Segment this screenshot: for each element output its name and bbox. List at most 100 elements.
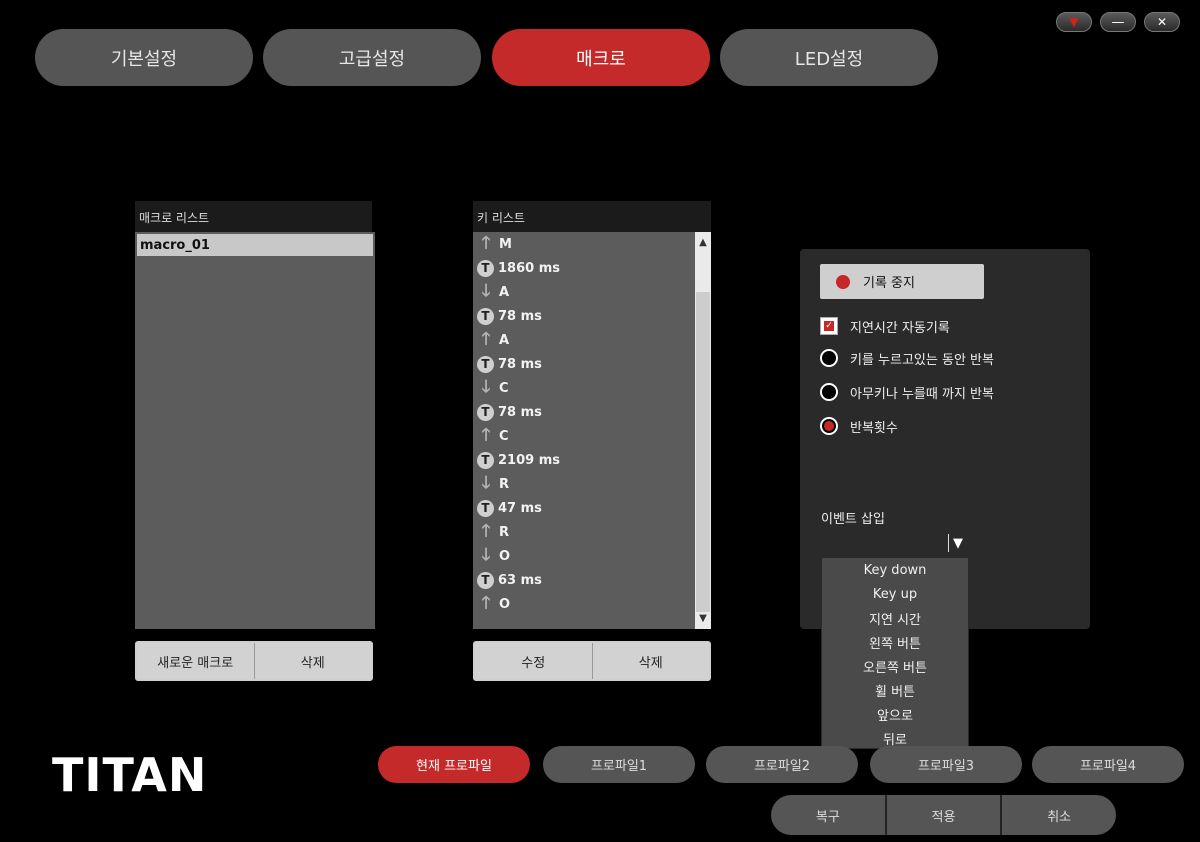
key-row[interactable]: 🡓 R (477, 472, 509, 496)
macro-list-header: 매크로 리스트 (135, 201, 372, 233)
repeat-count-radio[interactable]: 반복횟수 (820, 415, 898, 437)
event-option-forward[interactable]: 앞으로 (822, 702, 968, 726)
repeat-while-held-radio[interactable]: 키를 누르고있는 동안 반복 (820, 347, 994, 369)
profile-2-button[interactable]: 프로파일2 (706, 746, 858, 783)
key-row-label: 78 ms (498, 404, 542, 420)
time-icon: T (477, 499, 494, 517)
new-macro-button[interactable]: 새로운 매크로 (137, 643, 254, 679)
key-row[interactable]: 🡓 O (477, 544, 510, 568)
event-insert-select[interactable]: ▼ (821, 532, 969, 554)
delete-macro-button[interactable]: 삭제 (253, 643, 372, 679)
key-list-header: 키 리스트 (473, 201, 711, 233)
scroll-thumb[interactable] (696, 292, 710, 612)
key-up-icon: 🡑 (481, 520, 491, 541)
time-icon: T (477, 451, 494, 469)
key-row-label: R (499, 476, 510, 492)
macro-list-item[interactable]: macro_01 (137, 234, 373, 256)
key-row[interactable]: 🡑 O (477, 592, 510, 616)
cancel-button[interactable]: 취소 (1000, 795, 1116, 835)
key-row-label: 78 ms (498, 308, 542, 324)
window-dropdown-button[interactable]: ▼ (1056, 12, 1092, 32)
key-down-icon: 🡓 (481, 472, 491, 493)
chevron-down-icon[interactable]: ▼ (948, 534, 967, 552)
event-insert-dropdown: Key down Key up 지연 시간 왼쪽 버튼 오른쪽 버튼 휠 버튼 … (821, 557, 969, 749)
radio-label: 반복횟수 (850, 420, 898, 436)
tab-basic-settings[interactable]: 기본설정 (35, 29, 253, 86)
checkbox-icon: ✓ (820, 317, 838, 335)
event-option-key-down[interactable]: Key down (822, 558, 968, 582)
key-row[interactable]: T 47 ms (477, 496, 542, 520)
key-row-label: R (499, 524, 510, 540)
key-up-icon: 🡑 (481, 424, 491, 445)
event-option-wheel-button[interactable]: 휠 버튼 (822, 678, 968, 702)
event-option-right-button[interactable]: 오른쪽 버튼 (822, 654, 968, 678)
tab-macro[interactable]: 매크로 (492, 29, 710, 86)
apply-button[interactable]: 적용 (884, 795, 1001, 835)
auto-delay-label: 지연시간 자동기록 (850, 320, 950, 336)
key-row[interactable]: T 1860 ms (477, 256, 560, 280)
key-row-label: O (499, 548, 511, 564)
key-row-label: 1860 ms (498, 260, 560, 276)
event-option-delay[interactable]: 지연 시간 (822, 606, 968, 630)
key-row-label: C (499, 380, 509, 396)
key-row[interactable]: T 2109 ms (477, 448, 560, 472)
time-icon: T (477, 307, 494, 325)
edit-key-button[interactable]: 수정 (475, 643, 592, 679)
key-row-label: C (499, 428, 509, 444)
key-down-icon: 🡓 (481, 544, 491, 565)
radio-icon (820, 383, 838, 401)
key-row-label: 47 ms (498, 500, 542, 516)
profile-1-button[interactable]: 프로파일1 (543, 746, 695, 783)
repeat-until-key-radio[interactable]: 아무키나 누를때 까지 반복 (820, 381, 994, 403)
close-button[interactable]: ✕ (1144, 12, 1180, 32)
delete-key-button[interactable]: 삭제 (591, 643, 710, 679)
key-row-label: A (499, 284, 510, 300)
macro-list[interactable]: macro_01 (135, 232, 375, 629)
key-row-label: 2109 ms (498, 452, 560, 468)
stop-record-button[interactable]: 기록 중지 (820, 264, 984, 299)
key-row[interactable]: 🡑 A (477, 328, 509, 352)
key-row[interactable]: 🡓 C (477, 376, 509, 400)
key-down-icon: 🡓 (481, 280, 491, 301)
key-row-label: O (499, 596, 511, 612)
scroll-up-icon[interactable]: ▲ (695, 234, 711, 250)
profile-3-button[interactable]: 프로파일3 (870, 746, 1022, 783)
restore-button[interactable]: 복구 (771, 795, 885, 835)
minimize-icon: — (1111, 14, 1125, 30)
dropdown-arrow-icon: ▼ (1069, 15, 1079, 29)
time-icon: T (477, 571, 494, 589)
key-row[interactable]: 🡑 C (477, 424, 509, 448)
key-row[interactable]: T 63 ms (477, 568, 542, 592)
key-up-icon: 🡑 (481, 328, 491, 349)
stop-record-label: 기록 중지 (863, 276, 915, 291)
key-row[interactable]: 🡑 M (477, 232, 512, 256)
event-option-left-button[interactable]: 왼쪽 버튼 (822, 630, 968, 654)
key-row-label: 78 ms (498, 356, 542, 372)
event-option-key-up[interactable]: Key up (822, 582, 968, 606)
minimize-button[interactable]: — (1100, 12, 1136, 32)
time-icon: T (477, 403, 494, 421)
key-row[interactable]: T 78 ms (477, 304, 542, 328)
key-up-icon: 🡑 (481, 232, 491, 253)
key-row-label: 63 ms (498, 572, 542, 588)
radio-label: 키를 누르고있는 동안 반복 (850, 352, 994, 368)
key-down-icon: 🡓 (481, 376, 491, 397)
key-row-label: M (499, 236, 512, 252)
key-row[interactable]: 🡓 A (477, 280, 509, 304)
auto-delay-checkbox[interactable]: ✓ 지연시간 자동기록 (820, 315, 950, 337)
tab-advanced-settings[interactable]: 고급설정 (263, 29, 481, 86)
key-row[interactable]: T 78 ms (477, 352, 542, 376)
radio-icon (820, 349, 838, 367)
key-row[interactable]: 🡑 R (477, 520, 509, 544)
key-row[interactable]: T 78 ms (477, 400, 542, 424)
scroll-down-icon[interactable]: ▼ (695, 610, 711, 626)
tab-led-settings[interactable]: LED설정 (720, 29, 938, 86)
key-row-label: A (499, 332, 510, 348)
profile-4-button[interactable]: 프로파일4 (1032, 746, 1184, 783)
time-icon: T (477, 355, 494, 373)
key-list[interactable]: 🡑 M T 1860 ms 🡓 A T 78 ms 🡑 A T 78 ms 🡓 C T 78 m… (473, 232, 711, 629)
key-list-scrollbar[interactable]: ▲ ▼ (695, 232, 711, 629)
time-icon: T (477, 259, 494, 277)
profile-current-button[interactable]: 현재 프로파일 (378, 746, 530, 783)
record-dot-icon (836, 274, 850, 289)
